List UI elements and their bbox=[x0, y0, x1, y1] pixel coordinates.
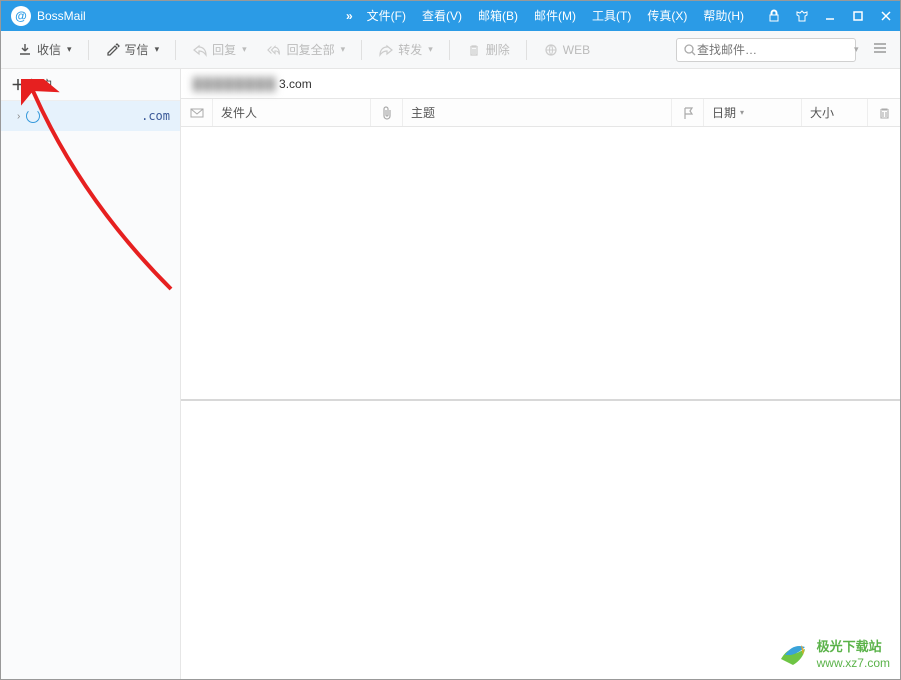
compose-button[interactable]: 写信 ▾ bbox=[97, 37, 168, 62]
add-account-label: 帐户 bbox=[29, 76, 53, 93]
forward-label: 转发 bbox=[398, 41, 422, 58]
lock-icon[interactable] bbox=[760, 1, 788, 31]
download-icon bbox=[17, 42, 33, 58]
delete-label: 删除 bbox=[486, 41, 510, 58]
watermark-icon bbox=[775, 637, 811, 673]
separator bbox=[88, 40, 89, 60]
chevron-down-icon: ▾ bbox=[428, 44, 433, 55]
chevron-down-icon: ▾ bbox=[155, 44, 160, 55]
account-title-bar: ████████ 3.com bbox=[181, 69, 900, 99]
loading-icon bbox=[26, 109, 40, 123]
add-account-button[interactable]: ＋ 帐户 bbox=[1, 69, 180, 101]
watermark-line2: www.xz7.com bbox=[817, 655, 890, 671]
account-suffix: 3.com bbox=[279, 77, 312, 91]
watermark-text: 极光下载站 www.xz7.com bbox=[817, 639, 890, 671]
sort-desc-icon: ▾ bbox=[740, 108, 744, 117]
menu-mailbox[interactable]: 邮箱(B) bbox=[470, 1, 526, 31]
column-envelope[interactable] bbox=[181, 99, 213, 126]
menu-file[interactable]: 文件(F) bbox=[359, 1, 414, 31]
content-area: ████████ 3.com 发件人 主题 日期 ▾ bbox=[181, 69, 900, 679]
forward-icon bbox=[378, 42, 394, 58]
reply-all-icon bbox=[267, 42, 283, 58]
reply-button[interactable]: 回复 ▾ bbox=[184, 37, 255, 62]
chevron-down-icon: ▾ bbox=[67, 44, 72, 55]
edit-icon bbox=[105, 42, 121, 58]
column-date[interactable]: 日期 ▾ bbox=[704, 99, 802, 126]
maximize-button[interactable] bbox=[844, 1, 872, 31]
receive-label: 收信 bbox=[37, 41, 61, 58]
chevron-down-icon: ▾ bbox=[242, 44, 247, 55]
columns-header: 发件人 主题 日期 ▾ 大小 bbox=[181, 99, 900, 127]
envelope-icon bbox=[190, 107, 204, 119]
column-date-label: 日期 bbox=[712, 104, 736, 121]
title-bar: @ BossMail » 文件(F) 查看(V) 邮箱(B) 邮件(M) 工具(… bbox=[1, 1, 900, 31]
column-size-label: 大小 bbox=[810, 104, 834, 121]
paperclip-icon bbox=[381, 106, 393, 120]
chevron-right-icon: › bbox=[17, 111, 20, 122]
menu-tool[interactable]: 工具(T) bbox=[584, 1, 639, 31]
main-area: ＋ 帐户 › .com ████████ 3.com 发件人 主题 bbox=[1, 69, 900, 679]
minimize-button[interactable] bbox=[816, 1, 844, 31]
menu-view[interactable]: 查看(V) bbox=[414, 1, 470, 31]
app-logo-icon: @ bbox=[11, 6, 31, 26]
blurred-text: ████████ bbox=[193, 77, 277, 91]
menu-bar: » 文件(F) 查看(V) 邮箱(B) 邮件(M) 工具(T) 传真(X) 帮助… bbox=[340, 1, 900, 31]
separator bbox=[526, 40, 527, 60]
app-title: BossMail bbox=[37, 9, 86, 23]
web-label: WEB bbox=[563, 43, 590, 57]
search-box[interactable]: ▾ bbox=[676, 38, 856, 62]
reply-all-button[interactable]: 回复全部 ▾ bbox=[259, 37, 354, 62]
flag-icon bbox=[682, 106, 694, 120]
separator bbox=[175, 40, 176, 60]
column-flag[interactable] bbox=[672, 99, 704, 126]
column-attachment[interactable] bbox=[371, 99, 403, 126]
reply-label: 回复 bbox=[212, 41, 236, 58]
receive-button[interactable]: 收信 ▾ bbox=[9, 37, 80, 62]
separator bbox=[361, 40, 362, 60]
watermark: 极光下载站 www.xz7.com bbox=[775, 637, 890, 673]
column-sender[interactable]: 发件人 bbox=[213, 99, 371, 126]
mail-list-pane[interactable] bbox=[181, 127, 900, 399]
menu-help[interactable]: 帮助(H) bbox=[695, 1, 752, 31]
search-icon bbox=[683, 42, 697, 58]
sidebar: ＋ 帐户 › .com bbox=[1, 69, 181, 679]
sidebar-account-item[interactable]: › .com bbox=[1, 101, 180, 131]
toolbar: 收信 ▾ 写信 ▾ 回复 ▾ 回复全部 ▾ 转发 ▾ 删除 bbox=[1, 31, 900, 69]
menu-fax[interactable]: 传真(X) bbox=[639, 1, 695, 31]
app-logo-area: @ BossMail bbox=[1, 6, 96, 26]
column-sender-label: 发件人 bbox=[221, 104, 257, 121]
reply-all-label: 回复全部 bbox=[287, 41, 335, 58]
trash-icon bbox=[466, 42, 482, 58]
column-subject[interactable]: 主题 bbox=[403, 99, 672, 126]
column-trash[interactable] bbox=[868, 99, 900, 126]
plus-icon: ＋ bbox=[11, 75, 25, 95]
column-size[interactable]: 大小 bbox=[802, 99, 868, 126]
close-button[interactable] bbox=[872, 1, 900, 31]
compose-label: 写信 bbox=[125, 41, 149, 58]
chevron-down-icon[interactable]: ▾ bbox=[854, 44, 859, 55]
window-controls bbox=[760, 1, 900, 31]
web-button[interactable]: WEB bbox=[535, 38, 598, 62]
delete-button[interactable]: 删除 bbox=[458, 37, 518, 62]
column-subject-label: 主题 bbox=[411, 104, 435, 121]
separator bbox=[449, 40, 450, 60]
reply-icon bbox=[192, 42, 208, 58]
account-label: .com bbox=[46, 109, 174, 123]
forward-button[interactable]: 转发 ▾ bbox=[370, 37, 441, 62]
skin-icon[interactable] bbox=[788, 1, 816, 31]
menu-mail[interactable]: 邮件(M) bbox=[526, 1, 584, 31]
menu-overflow-icon[interactable]: » bbox=[340, 9, 359, 23]
list-view-toggle[interactable] bbox=[868, 36, 892, 63]
chevron-down-icon: ▾ bbox=[341, 44, 346, 55]
search-input[interactable] bbox=[697, 43, 852, 57]
trash-icon bbox=[878, 106, 891, 120]
watermark-line1: 极光下载站 bbox=[817, 639, 890, 655]
globe-icon bbox=[543, 42, 559, 58]
